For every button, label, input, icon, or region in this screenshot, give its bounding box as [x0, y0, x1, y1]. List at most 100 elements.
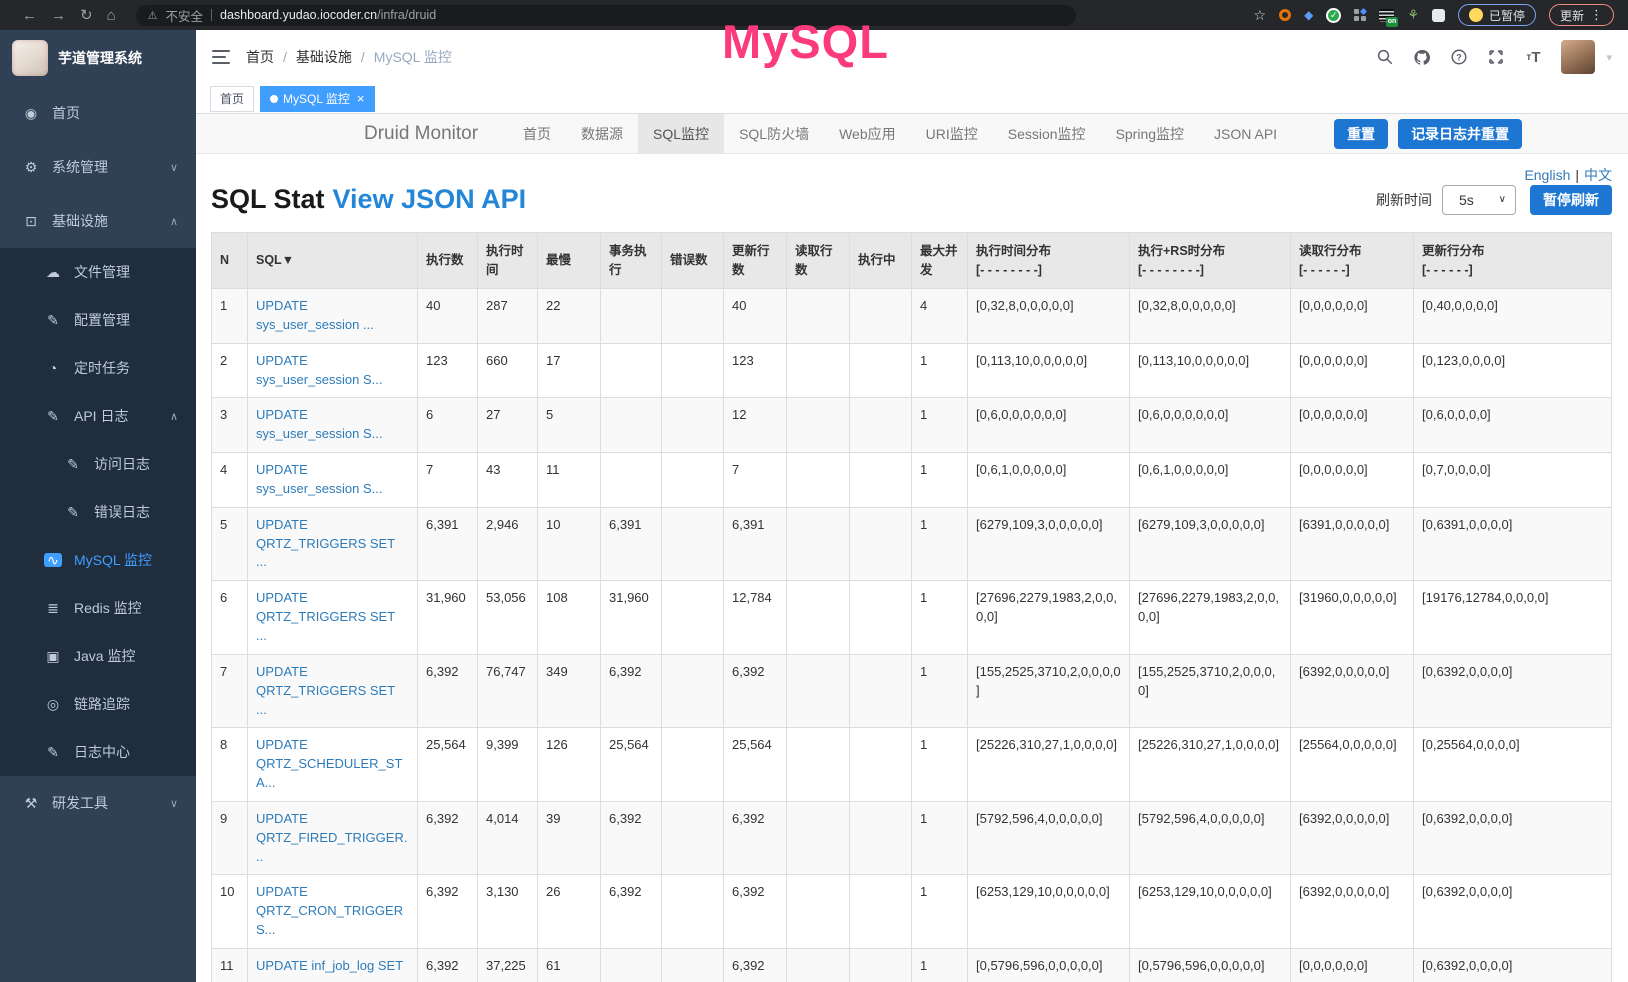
- druid-nav-item-6[interactable]: Session监控: [993, 114, 1101, 154]
- user-avatar[interactable]: [1561, 40, 1595, 74]
- sidebar-item-infra[interactable]: ⊡基础设施∧: [0, 194, 196, 248]
- table-cell: 61: [538, 948, 601, 982]
- browser-forward-icon[interactable]: [51, 8, 66, 23]
- title-row: SQL StatView JSON API 刷新时间 5s∨ 暂停刷新: [211, 184, 1612, 215]
- browser-toolbar: ⚠ 不安全 dashboard.yudao.iocoder.cn/infra/d…: [0, 0, 1628, 30]
- column-header[interactable]: 更新行数: [724, 233, 787, 289]
- column-header[interactable]: 执行+RS时分布[- - - - - - - -]: [1130, 233, 1291, 289]
- hamburger-icon[interactable]: [212, 50, 230, 64]
- table-cell: [0,6,0,0,0,0,0,0]: [968, 398, 1130, 453]
- chevron-down-icon[interactable]: ▾: [1606, 51, 1612, 64]
- browser-home-icon[interactable]: [107, 8, 116, 23]
- help-icon[interactable]: ?: [1450, 48, 1468, 66]
- sidebar-item-log-center[interactable]: ✎日志中心: [0, 728, 196, 776]
- sidebar-item-error-log[interactable]: ✎错误日志: [0, 488, 196, 536]
- sidebar-item-cron-job[interactable]: ◔定时任务: [0, 344, 196, 392]
- druid-nav-item-2[interactable]: SQL监控: [638, 114, 724, 154]
- app-logo[interactable]: 芋道管理系统: [0, 30, 196, 86]
- column-header[interactable]: 执行时间: [478, 233, 538, 289]
- table-cell: [6279,109,3,0,0,0,0,0]: [968, 507, 1130, 581]
- view-json-api-link[interactable]: View JSON API: [333, 184, 527, 214]
- sidebar-item-system-mgmt[interactable]: ⚙系统管理∨: [0, 140, 196, 194]
- github-icon[interactable]: [1413, 48, 1431, 66]
- column-header[interactable]: 更新行分布[- - - - - -]: [1414, 233, 1612, 289]
- druid-nav-item-8[interactable]: JSON API: [1199, 114, 1292, 154]
- close-icon[interactable]: ×: [357, 92, 365, 105]
- extensions-puzzle-icon[interactable]: [1432, 9, 1445, 22]
- sidebar-item-file-mgmt[interactable]: ☁文件管理: [0, 248, 196, 296]
- tab-home[interactable]: 首页: [210, 86, 254, 112]
- update-badge[interactable]: 更新⋮: [1549, 4, 1614, 26]
- druid-nav-item-0[interactable]: 首页: [508, 114, 566, 154]
- chevron-up-icon: ∧: [170, 215, 178, 228]
- lang-chinese-link[interactable]: 中文: [1584, 167, 1612, 183]
- bookmark-star-icon[interactable]: ☆: [1254, 7, 1267, 24]
- sidebar-item-redis-monitor[interactable]: ≣Redis 监控: [0, 584, 196, 632]
- browser-reload-icon[interactable]: [80, 8, 93, 23]
- sql-link[interactable]: UPDATE QRTZ_CRON_TRIGGERS...: [256, 884, 403, 937]
- column-header[interactable]: 执行中: [850, 233, 912, 289]
- sql-link[interactable]: UPDATE QRTZ_FIRED_TRIGGER...: [256, 811, 407, 864]
- druid-nav-item-7[interactable]: Spring监控: [1101, 114, 1199, 154]
- table-cell: UPDATE sys_user_session S...: [248, 453, 418, 508]
- search-icon[interactable]: [1376, 48, 1394, 66]
- paused-badge[interactable]: 已暂停: [1458, 4, 1536, 26]
- druid-content: English|中文 SQL StatView JSON API 刷新时间 5s…: [196, 154, 1628, 982]
- lang-english-link[interactable]: English: [1524, 167, 1570, 183]
- column-header[interactable]: 执行数: [418, 233, 478, 289]
- column-header[interactable]: 事务执行: [601, 233, 662, 289]
- sql-link[interactable]: UPDATE inf_job_log SET e...: [256, 958, 403, 982]
- seedling-extension-icon[interactable]: ⚘: [1407, 7, 1419, 23]
- check-extension-icon[interactable]: ✓: [1326, 8, 1341, 23]
- sql-link[interactable]: UPDATE sys_user_session S...: [256, 353, 382, 387]
- druid-nav-item-1[interactable]: 数据源: [566, 114, 638, 154]
- sql-link[interactable]: UPDATE sys_user_session ...: [256, 298, 374, 332]
- sidebar-item-access-log[interactable]: ✎访问日志: [0, 440, 196, 488]
- fullscreen-icon[interactable]: [1487, 48, 1505, 66]
- sidebar-item-mysql-monitor[interactable]: ∿MySQL 监控: [0, 536, 196, 584]
- column-header[interactable]: 最慢: [538, 233, 601, 289]
- select-caret-icon: ∨: [1499, 194, 1506, 205]
- sidebar-item-config-mgmt[interactable]: ✎配置管理: [0, 296, 196, 344]
- sql-link[interactable]: UPDATE QRTZ_TRIGGERS SET ...: [256, 590, 395, 643]
- gem-extension-icon[interactable]: ◆: [1304, 8, 1313, 22]
- tab-mysql[interactable]: MySQL 监控×: [260, 86, 375, 112]
- table-cell: 31,960: [418, 581, 478, 655]
- breadcrumb-item[interactable]: 首页: [246, 47, 274, 67]
- pause-refresh-button[interactable]: 暂停刷新: [1530, 185, 1612, 215]
- druid-nav-item-3[interactable]: SQL防火墙: [724, 114, 824, 154]
- column-header[interactable]: 最大并发: [912, 233, 968, 289]
- sql-link[interactable]: UPDATE QRTZ_SCHEDULER_STA...: [256, 737, 402, 790]
- adblock-extension-icon[interactable]: [1279, 9, 1291, 21]
- table-cell: 26: [538, 875, 601, 949]
- column-header[interactable]: 读取行分布[- - - - - -]: [1291, 233, 1414, 289]
- reset-button[interactable]: 重置: [1334, 119, 1388, 149]
- sql-link[interactable]: UPDATE QRTZ_TRIGGERS SET ...: [256, 664, 395, 717]
- list-extension-icon[interactable]: on: [1379, 9, 1394, 22]
- druid-nav-item-5[interactable]: URI监控: [911, 114, 993, 154]
- sql-link[interactable]: UPDATE sys_user_session S...: [256, 462, 382, 496]
- sql-link[interactable]: UPDATE sys_user_session S...: [256, 407, 382, 441]
- sidebar-item-trace[interactable]: ◎链路追踪: [0, 680, 196, 728]
- browser-back-icon[interactable]: [22, 8, 37, 23]
- sidebar-item-home[interactable]: ◉首页: [0, 86, 196, 140]
- column-header[interactable]: N: [212, 233, 248, 289]
- sidebar-item-dev-tools[interactable]: ⚒研发工具∨: [0, 776, 196, 830]
- column-header[interactable]: SQL▼: [248, 233, 418, 289]
- refresh-interval-select[interactable]: 5s∨: [1442, 185, 1516, 215]
- column-header-histogram: [- - - - - - - -]: [976, 261, 1121, 280]
- grid-extension-icon[interactable]: [1354, 9, 1366, 21]
- sql-link[interactable]: UPDATE QRTZ_TRIGGERS SET ...: [256, 517, 395, 570]
- column-header[interactable]: 执行时间分布[- - - - - - - -]: [968, 233, 1130, 289]
- sidebar-item-api-log[interactable]: ✎API 日志∧: [0, 392, 196, 440]
- font-size-icon[interactable]: тT: [1524, 48, 1542, 66]
- druid-nav-item-4[interactable]: Web应用: [824, 114, 911, 154]
- column-header[interactable]: 错误数: [662, 233, 724, 289]
- table-cell: 6,391: [724, 507, 787, 581]
- column-header[interactable]: 读取行数: [787, 233, 850, 289]
- address-bar[interactable]: ⚠ 不安全 dashboard.yudao.iocoder.cn/infra/d…: [136, 5, 1076, 26]
- breadcrumb-item[interactable]: 基础设施: [296, 47, 352, 67]
- sidebar-item-java-monitor[interactable]: ▣Java 监控: [0, 632, 196, 680]
- log-and-reset-button[interactable]: 记录日志并重置: [1398, 119, 1522, 149]
- kebab-menu-icon[interactable]: ⋮: [1590, 7, 1603, 23]
